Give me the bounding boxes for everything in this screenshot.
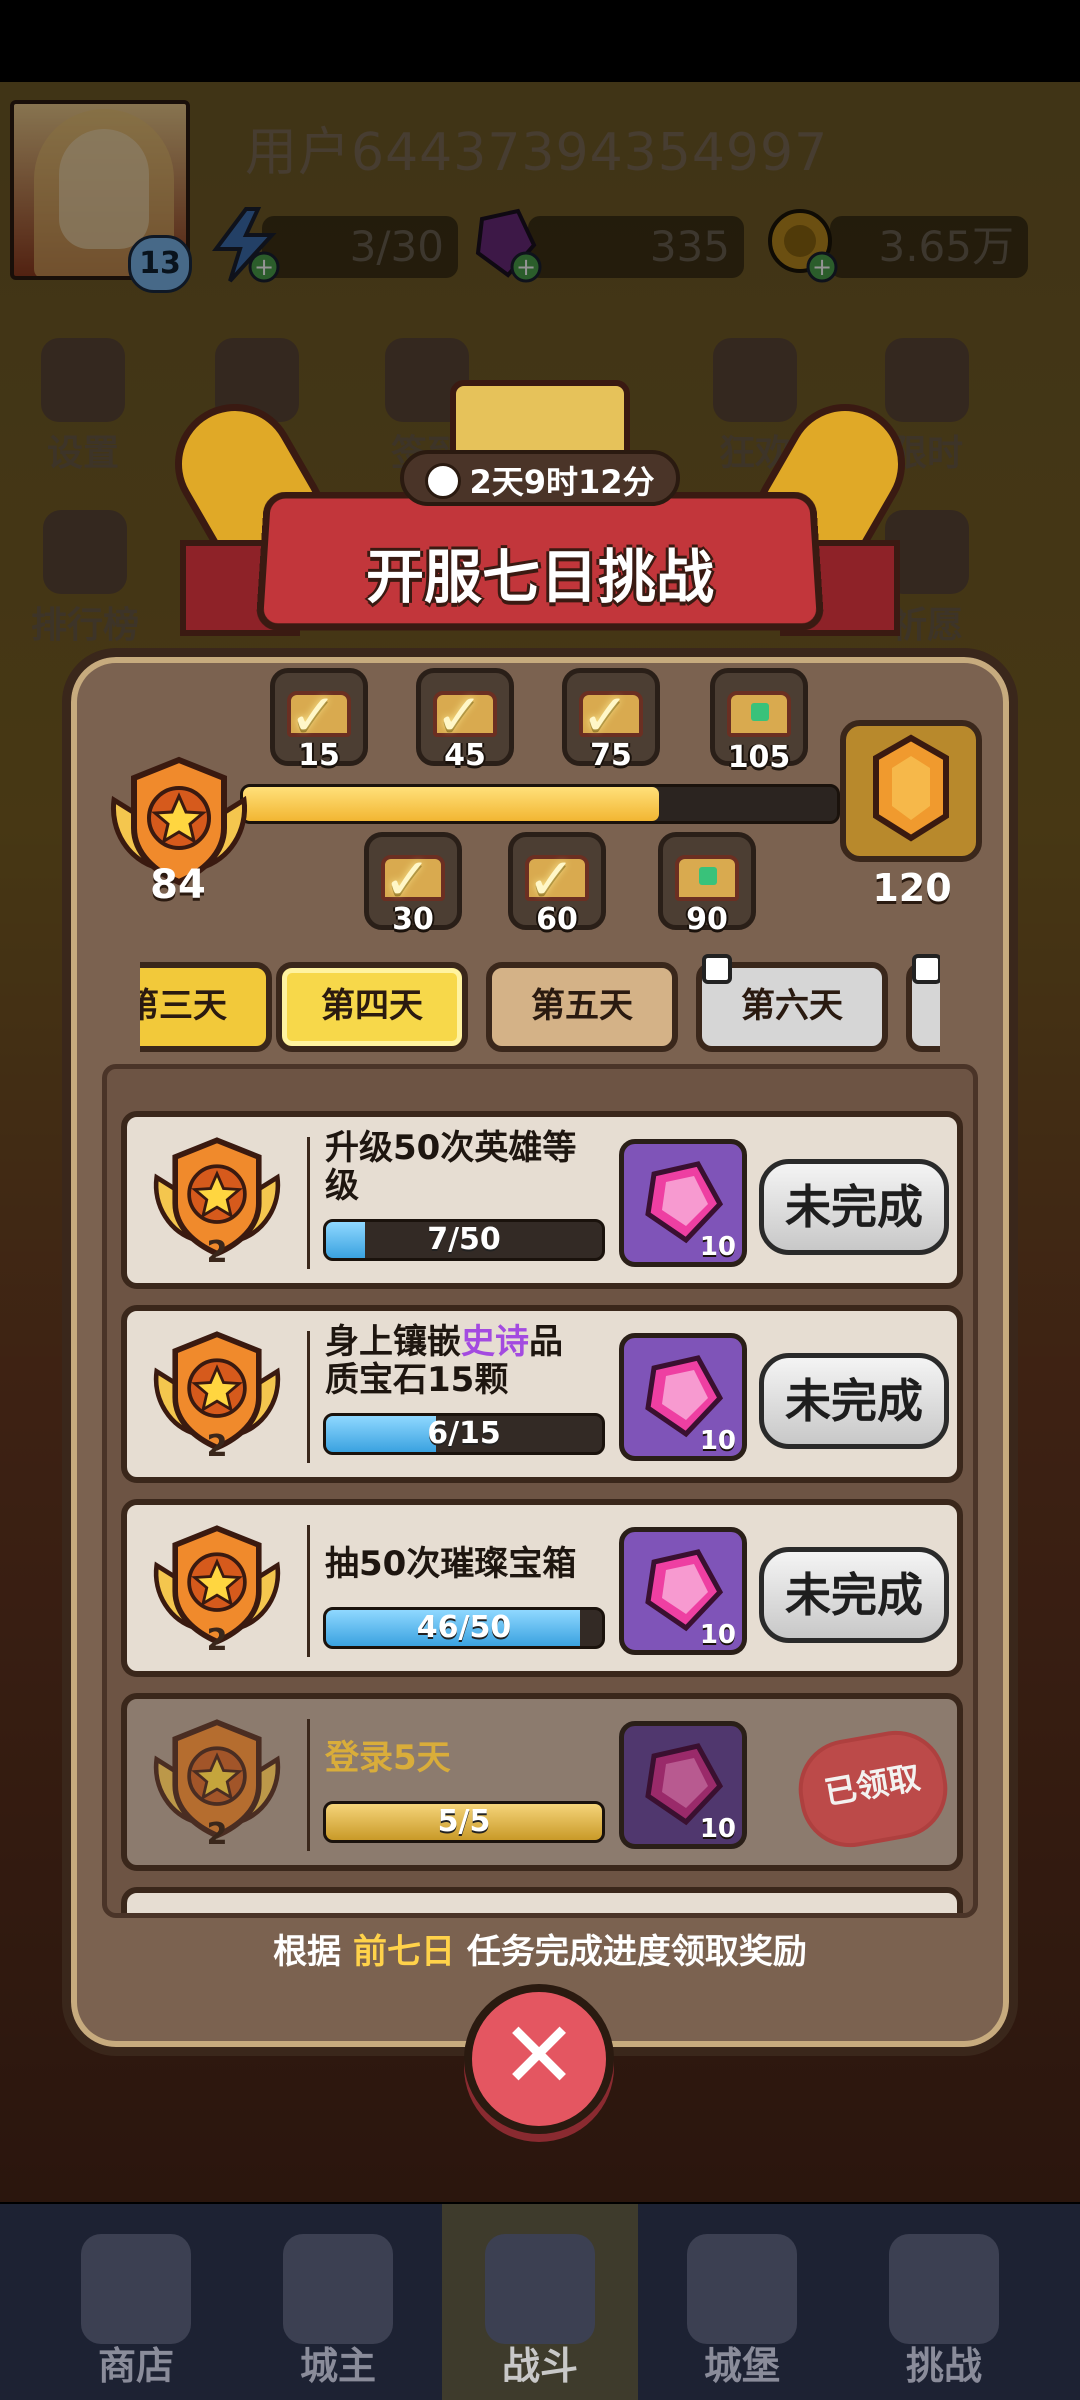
nav-challenge[interactable]: 挑战 [846, 2204, 1042, 2400]
max-points-value: 120 [872, 866, 952, 910]
milestone-label: 30 [392, 902, 434, 937]
tab-day5[interactable]: 第五天 [486, 962, 678, 1052]
event-title: 开服七日挑战 [365, 543, 714, 611]
nav-battle[interactable]: 战斗 [442, 2204, 638, 2400]
milestone-label: 60 [536, 902, 578, 937]
medal-count: 2 [206, 1429, 228, 1464]
points-value: 84 [150, 862, 206, 908]
task-title: 身上镶嵌史诗品质宝石15颗 [325, 1322, 563, 1400]
points-progress-fill [243, 787, 659, 821]
task-card: 2 身上镶嵌史诗品质宝石15颗 6/15 10 未完成 [121, 1305, 963, 1483]
demon-icon [889, 2234, 999, 2344]
task-progress-bar: 46/50 [323, 1607, 605, 1649]
medal-count: 2 [206, 1817, 228, 1852]
task-card: 2 抽50次璀璨宝箱 46/50 10 未完成 [121, 1499, 963, 1677]
task-progress-bar: 5/5 [323, 1801, 605, 1843]
status-button[interactable]: 未完成 [759, 1353, 949, 1449]
tab-day4[interactable]: 第四天 [276, 962, 468, 1052]
medal-count: 2 [206, 1235, 228, 1270]
task-list[interactable]: 2 升级50次英雄等级 7/50 10 未完成 2 身上镶嵌史诗品质宝石15颗 … [102, 1064, 978, 1918]
nav-lord[interactable]: 城主 [240, 2204, 436, 2400]
milestone-label: 90 [686, 902, 728, 937]
task-progress-bar: 6/15 [323, 1413, 605, 1455]
medal-count: 2 [206, 1623, 228, 1658]
points-progress-bar [240, 784, 840, 824]
milestone-label: 45 [444, 738, 486, 773]
shop-icon [81, 2234, 191, 2344]
task-card [121, 1887, 963, 1913]
castle-icon [687, 2234, 797, 2344]
status-bar [0, 0, 1080, 82]
crossed-swords-icon [485, 2234, 595, 2344]
task-title: 登录5天 [325, 1738, 451, 1778]
lock-icon [702, 954, 732, 984]
tab-day3[interactable]: 第三天 [140, 962, 272, 1052]
close-icon: ✕ [500, 2002, 578, 2109]
day-tabs: 第三天 第四天 第五天 第六天 [140, 950, 940, 1070]
lock-icon [912, 954, 940, 984]
hint-text: 根据 前七日 任务完成进度领取奖励 [273, 1932, 807, 1972]
claimed-stamp: 已领取 [790, 1722, 956, 1856]
milestone-label: 15 [298, 738, 340, 773]
epic-quality-label: 史诗 [461, 1322, 529, 1362]
task-title: 升级50次英雄等级 [325, 1128, 577, 1206]
clock-icon [425, 463, 462, 499]
task-progress-bar: 7/50 [323, 1219, 605, 1261]
task-card: 2 升级50次英雄等级 7/50 10 未完成 [121, 1111, 963, 1289]
reward-gem[interactable]: 10 [619, 1527, 747, 1655]
crown-icon [283, 2234, 393, 2344]
reward-gem: 10 [619, 1721, 747, 1849]
task-title: 抽50次璀璨宝箱 [325, 1544, 577, 1584]
nav-shop[interactable]: 商店 [38, 2204, 234, 2400]
close-button[interactable]: ✕ [464, 1984, 614, 2134]
title-banner: 开服七日挑战 [153, 370, 927, 670]
status-button[interactable]: 未完成 [759, 1547, 949, 1643]
status-button[interactable]: 未完成 [759, 1159, 949, 1255]
nav-castle[interactable]: 城堡 [644, 2204, 840, 2400]
task-card: 2 登录5天 5/5 10 已领取 [121, 1693, 963, 1871]
milestone-label: 75 [590, 738, 632, 773]
reward-gem[interactable]: 10 [619, 1139, 747, 1267]
countdown-timer: 2天9时12分 [400, 450, 680, 506]
reward-gem[interactable]: 10 [619, 1333, 747, 1461]
milestone-label: 105 [727, 740, 791, 775]
orange-gem-icon [873, 734, 949, 842]
final-reward-box[interactable] [840, 720, 982, 862]
